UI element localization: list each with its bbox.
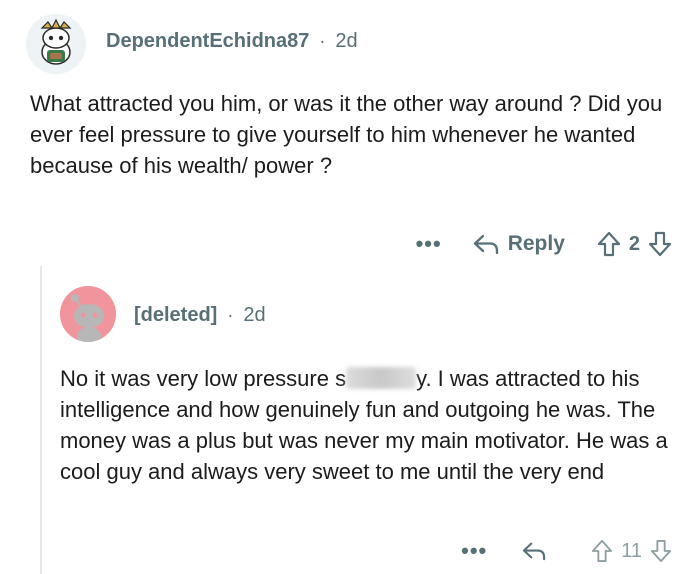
more-options-button[interactable]: •••	[461, 538, 487, 564]
author-name[interactable]: DependentEchidna87	[106, 30, 309, 53]
comment-actions: ••• Reply 2	[416, 226, 672, 262]
meta-separator: ·	[227, 305, 234, 325]
reply-arrow-icon	[523, 542, 546, 561]
reply-button[interactable]	[521, 540, 555, 562]
downvote-button[interactable]	[650, 539, 672, 563]
vote-count: 11	[621, 539, 642, 562]
author-name: [deleted]	[134, 304, 218, 326]
meta-separator: ·	[319, 31, 326, 51]
comment-thread: DependentEchidna87 · 2d What attracted y…	[0, 0, 700, 574]
upvote-button[interactable]	[597, 231, 621, 257]
upvote-arrow-icon	[592, 540, 613, 562]
reply-label: Reply	[507, 232, 565, 255]
reply-button[interactable]: Reply	[472, 232, 565, 256]
downvote-arrow-icon	[648, 231, 672, 257]
reply-arrow-icon	[473, 234, 498, 255]
upvote-arrow-icon	[597, 231, 620, 257]
vote-count: 2	[628, 232, 640, 255]
comment-meta: [deleted] · 2d	[134, 304, 266, 327]
comment-meta: DependentEchidna87 · 2d	[106, 30, 358, 53]
comment-actions: ••• 11	[461, 534, 672, 568]
blurred-word	[346, 367, 417, 389]
comment-timestamp[interactable]: 2d	[243, 304, 265, 327]
snoo-avatar-icon[interactable]	[26, 14, 86, 74]
downvote-button[interactable]	[648, 231, 672, 257]
deleted-user-avatar-icon	[60, 286, 116, 342]
comment-body: No it was very low pressure s y. I was at…	[60, 363, 690, 487]
comment-timestamp[interactable]: 2d	[335, 30, 357, 53]
comment-body: What attracted you him, or was it the ot…	[30, 91, 663, 178]
comment-text-part: No it was very low pressure s	[60, 366, 347, 391]
more-options-button[interactable]: •••	[416, 231, 442, 257]
thread-line[interactable]	[40, 266, 42, 574]
upvote-button[interactable]	[591, 539, 613, 563]
downvote-arrow-icon	[650, 540, 672, 562]
